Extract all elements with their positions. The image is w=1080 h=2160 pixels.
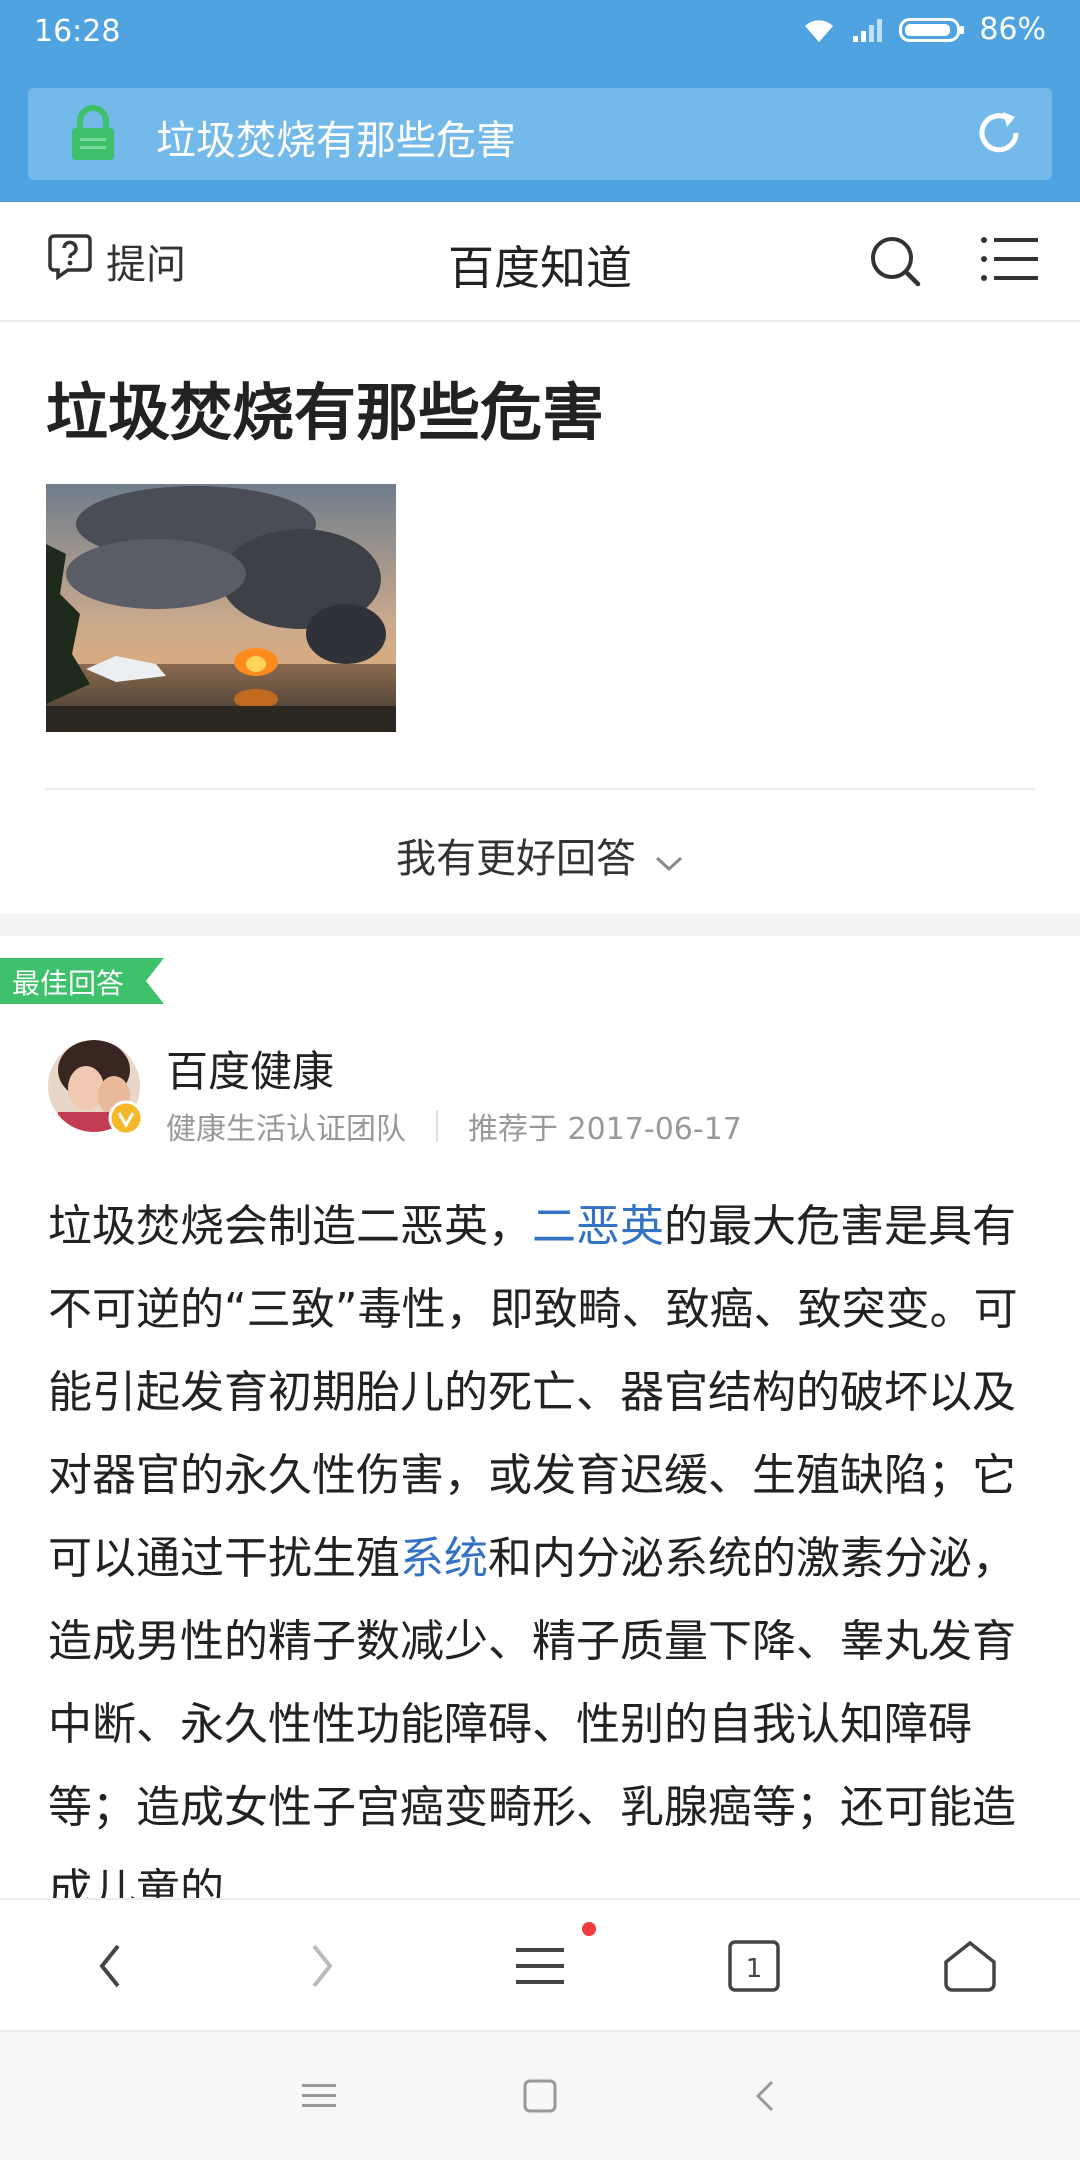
back-icon[interactable] <box>90 1938 130 1998</box>
keyword-link[interactable]: 系统 <box>400 1533 488 1584</box>
system-nav-bar <box>0 2030 1080 2160</box>
status-bar: 16:28 86% <box>0 0 1080 66</box>
url-text[interactable]: 垃圾焚烧有那些危害 <box>156 108 516 166</box>
browser-toolbar: 1 <box>0 1898 1080 2030</box>
better-answer-button[interactable]: 我有更好回答 <box>0 826 1080 884</box>
author-team: 健康生活认证团队 <box>166 1112 406 1147</box>
author-meta: 健康生活认证团队 推荐于 2017-06-17 <box>166 1104 742 1148</box>
home-nav-icon[interactable] <box>522 2078 558 2118</box>
battery-percent: 86% <box>979 12 1046 47</box>
battery-icon <box>899 16 965 44</box>
notification-dot <box>582 1922 596 1936</box>
back-nav-icon[interactable] <box>752 2078 780 2118</box>
recent-apps-icon[interactable] <box>300 2078 338 2118</box>
signal-icon <box>851 16 885 44</box>
home-icon[interactable] <box>940 1938 1000 1998</box>
question-icon <box>46 232 94 290</box>
chevron-down-icon <box>654 838 684 884</box>
browser-menu-icon[interactable] <box>514 1938 566 1998</box>
wifi-icon <box>801 16 837 44</box>
tabs-icon[interactable]: 1 <box>726 1938 782 1998</box>
lock-icon[interactable] <box>68 104 118 166</box>
forward-icon[interactable] <box>302 1938 342 1998</box>
status-time: 16:28 <box>34 14 121 49</box>
keyword-link[interactable]: 二恶英 <box>532 1201 664 1252</box>
better-answer-label: 我有更好回答 <box>396 836 636 882</box>
menu-icon[interactable] <box>980 234 1040 288</box>
best-answer-badge-text: 最佳回答 <box>12 967 125 1000</box>
ask-label: 提问 <box>106 242 186 288</box>
answer-body: 垃圾焚烧会制造二恶英，二恶英的最大危害是具有不可逆的“三致”毒性，即致畸、致癌、… <box>48 1185 1038 1900</box>
site-header: 提问 百度知道 <box>0 202 1080 322</box>
question-image[interactable] <box>46 484 396 732</box>
address-bar[interactable]: 垃圾焚烧有那些危害 <box>28 88 1052 180</box>
status-icons: 86% <box>801 12 1046 47</box>
author-name[interactable]: 百度健康 <box>166 1038 334 1099</box>
verified-icon <box>108 1100 144 1140</box>
browser-address-area: 垃圾焚烧有那些危害 <box>0 66 1080 202</box>
recommend-date: 推荐于 2017-06-17 <box>468 1112 742 1147</box>
answer-text: 和内分泌系统的激素分泌，造成男性的精子数减少、精子质量下降、睾丸发育中断、永久性… <box>48 1533 1016 1900</box>
reload-icon[interactable] <box>974 108 1024 162</box>
tab-count: 1 <box>746 1954 763 1984</box>
answer-text: 垃圾焚烧会制造二恶英， <box>48 1201 532 1252</box>
ask-question-button[interactable]: 提问 <box>46 232 186 290</box>
section-separator <box>0 914 1080 936</box>
best-answer-badge: 最佳回答 <box>0 958 164 1004</box>
answer-text: 的最大危害是具有不可逆的“三致”毒性，即致畸、致癌、致突变。可能引起发育初期胎儿… <box>48 1201 1018 1584</box>
meta-separator <box>436 1110 438 1142</box>
divider <box>46 788 1034 790</box>
question-title: 垃圾焚烧有那些危害 <box>46 376 605 449</box>
search-icon[interactable] <box>868 234 922 292</box>
